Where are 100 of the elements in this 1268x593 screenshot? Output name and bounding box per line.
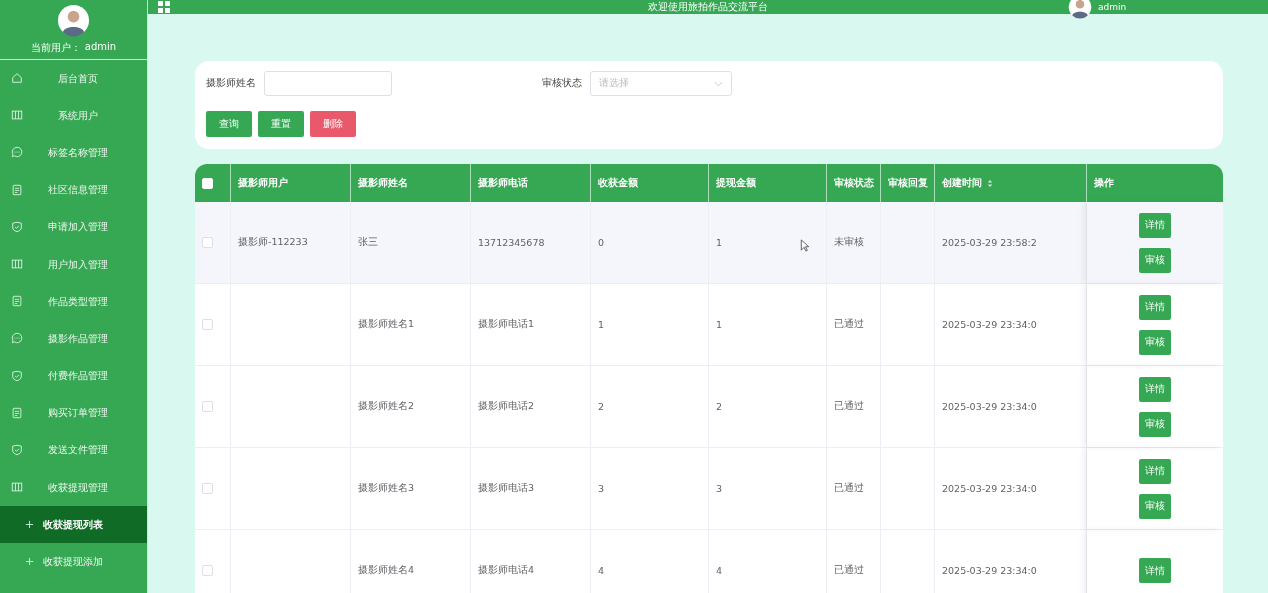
plus-icon <box>25 557 34 567</box>
home-icon <box>11 72 23 84</box>
row-checkbox[interactable] <box>202 565 213 576</box>
cursor-icon <box>800 239 810 252</box>
action-button[interactable]: 查询 <box>206 111 252 137</box>
sidebar-item[interactable]: 发送文件管理 <box>0 431 147 470</box>
column-header: 摄影师电话 <box>478 176 528 190</box>
table-cell: 摄影师电话1 <box>478 318 535 331</box>
table-cell: 3 <box>598 483 605 494</box>
avatar-icon <box>57 4 90 37</box>
row-action-button[interactable]: 详情 <box>1138 376 1171 402</box>
document-icon <box>11 183 23 196</box>
row-checkbox[interactable] <box>202 483 213 494</box>
table-row[interactable]: 摄影师姓名1 摄影师电话1 1 1 已通过 2025-03-29 23:34:0 详情 审核 <box>195 284 1223 366</box>
select-all-checkbox[interactable] <box>202 177 213 189</box>
document-icon <box>11 406 23 419</box>
name-input[interactable] <box>264 71 392 96</box>
table-cell: 摄影师电话2 <box>478 400 535 413</box>
sort-icon[interactable] <box>987 178 993 188</box>
column-header: 收获金额 <box>598 176 638 190</box>
row-checkbox[interactable] <box>202 237 213 248</box>
table-cell: 2 <box>598 401 605 412</box>
table-cell: 已通过 <box>834 318 864 331</box>
columns-icon <box>11 257 23 270</box>
table-cell: 2025-03-29 23:34:0 <box>942 319 1037 330</box>
sidebar-item[interactable]: 用户加入管理 <box>0 245 147 284</box>
sidebar-item[interactable]: 收获提现列表 <box>0 506 147 544</box>
sidebar-item[interactable]: 申请加入管理 <box>0 208 147 246</box>
table-cell: 未审核 <box>834 236 864 249</box>
table-cell: 1 <box>716 237 723 248</box>
user-name[interactable]: admin <box>1098 2 1127 12</box>
sidebar-item[interactable]: 系统用户 <box>0 97 147 135</box>
table-cell: 张三 <box>358 236 378 249</box>
table-cell: 摄影师电话3 <box>478 482 535 495</box>
sidebar-item[interactable]: 摄影作品管理 <box>0 320 147 358</box>
table-cell: 摄影师姓名1 <box>358 318 415 331</box>
row-action-button[interactable]: 审核 <box>1138 493 1171 519</box>
shield-check-icon <box>11 443 23 456</box>
sidebar-item[interactable]: 标签名称管理 <box>0 134 147 172</box>
sidebar-item[interactable]: 社区信息管理 <box>0 171 147 209</box>
table-cell: 0 <box>598 237 605 248</box>
table-cell: 1 <box>716 319 723 330</box>
column-header: 提现金额 <box>716 176 756 190</box>
chevron-down-icon <box>714 80 723 87</box>
current-user-label: 当前用户： <box>30 41 81 55</box>
sidebar-item[interactable]: 付费作品管理 <box>0 357 147 395</box>
column-header: 摄影师姓名 <box>358 176 408 190</box>
row-action-button[interactable]: 详情 <box>1138 458 1171 484</box>
table-cell: 1 <box>598 319 605 330</box>
columns-icon <box>11 109 23 122</box>
table-cell: 4 <box>598 565 605 576</box>
table-cell: 2025-03-29 23:34:0 <box>942 483 1037 494</box>
table-cell: 已通过 <box>834 564 864 577</box>
document-icon <box>11 295 23 308</box>
column-header: 操作 <box>1094 176 1114 190</box>
table-cell: 摄影师姓名4 <box>358 564 415 577</box>
action-button[interactable]: 删除 <box>310 111 356 137</box>
column-header: 创建时间 <box>942 176 982 190</box>
chat-icon <box>11 332 23 345</box>
current-user-name: admin <box>84 41 117 54</box>
sidebar-item[interactable]: 作品类型管理 <box>0 283 147 321</box>
table-cell: 已通过 <box>834 482 864 495</box>
table-cell: 2025-03-29 23:34:0 <box>942 401 1037 412</box>
grid-icon[interactable] <box>157 0 171 14</box>
sidebar-item[interactable]: 购买订单管理 <box>0 394 147 432</box>
row-action-button[interactable]: 详情 <box>1138 558 1171 583</box>
sidebar-item[interactable]: 收获提现添加 <box>0 543 147 581</box>
row-action-button[interactable]: 详情 <box>1138 294 1171 320</box>
column-header: 审核状态 <box>834 176 874 190</box>
action-button[interactable]: 重置 <box>258 111 304 137</box>
row-checkbox[interactable] <box>202 319 213 330</box>
plus-icon <box>25 520 34 530</box>
row-action-button[interactable]: 审核 <box>1138 247 1171 273</box>
table-cell: 已通过 <box>834 400 864 413</box>
row-action-button[interactable]: 审核 <box>1138 329 1171 355</box>
field-label: 摄影师姓名 <box>206 77 256 90</box>
sidebar-item[interactable]: 后台首页 <box>0 60 147 98</box>
table-cell: 4 <box>716 565 723 576</box>
column-header: 审核回复 <box>888 176 928 190</box>
row-checkbox[interactable] <box>202 401 213 412</box>
table-cell: 摄影师-112233 <box>238 236 308 249</box>
table-cell: 13712345678 <box>478 237 545 248</box>
column-header: 摄影师用户 <box>238 176 288 190</box>
shield-check-icon <box>11 369 23 382</box>
table-cell: 摄影师电话4 <box>478 564 535 577</box>
table-cell: 2025-03-29 23:34:0 <box>942 565 1037 576</box>
row-action-button[interactable]: 详情 <box>1138 212 1171 238</box>
table-row[interactable]: 摄影师姓名3 摄影师电话3 3 3 已通过 2025-03-29 23:34:0 详情 审核 <box>195 448 1223 530</box>
table-row[interactable]: 摄影师-112233 张三 13712345678 0 1 未审核 2025-03-29 23:58:2 详情 审核 <box>195 202 1223 284</box>
avatar-icon[interactable] <box>1068 0 1092 19</box>
shield-check-icon <box>11 220 23 233</box>
sidebar-item[interactable]: 收获提现管理 <box>0 469 147 507</box>
table-cell: 2025-03-29 23:58:2 <box>942 237 1037 248</box>
status-select[interactable]: 请选择 <box>590 71 732 96</box>
table-cell: 3 <box>716 483 723 494</box>
table-row[interactable]: 摄影师姓名4 摄影师电话4 4 4 已通过 2025-03-29 23:34:0 详情 <box>195 530 1223 593</box>
columns-icon <box>11 481 23 494</box>
table-row[interactable]: 摄影师姓名2 摄影师电话2 2 2 已通过 2025-03-29 23:34:0 详情 审核 <box>195 366 1223 448</box>
page-title: 欢迎使用旅拍作品交流平台 <box>648 0 768 14</box>
row-action-button[interactable]: 审核 <box>1138 411 1171 437</box>
